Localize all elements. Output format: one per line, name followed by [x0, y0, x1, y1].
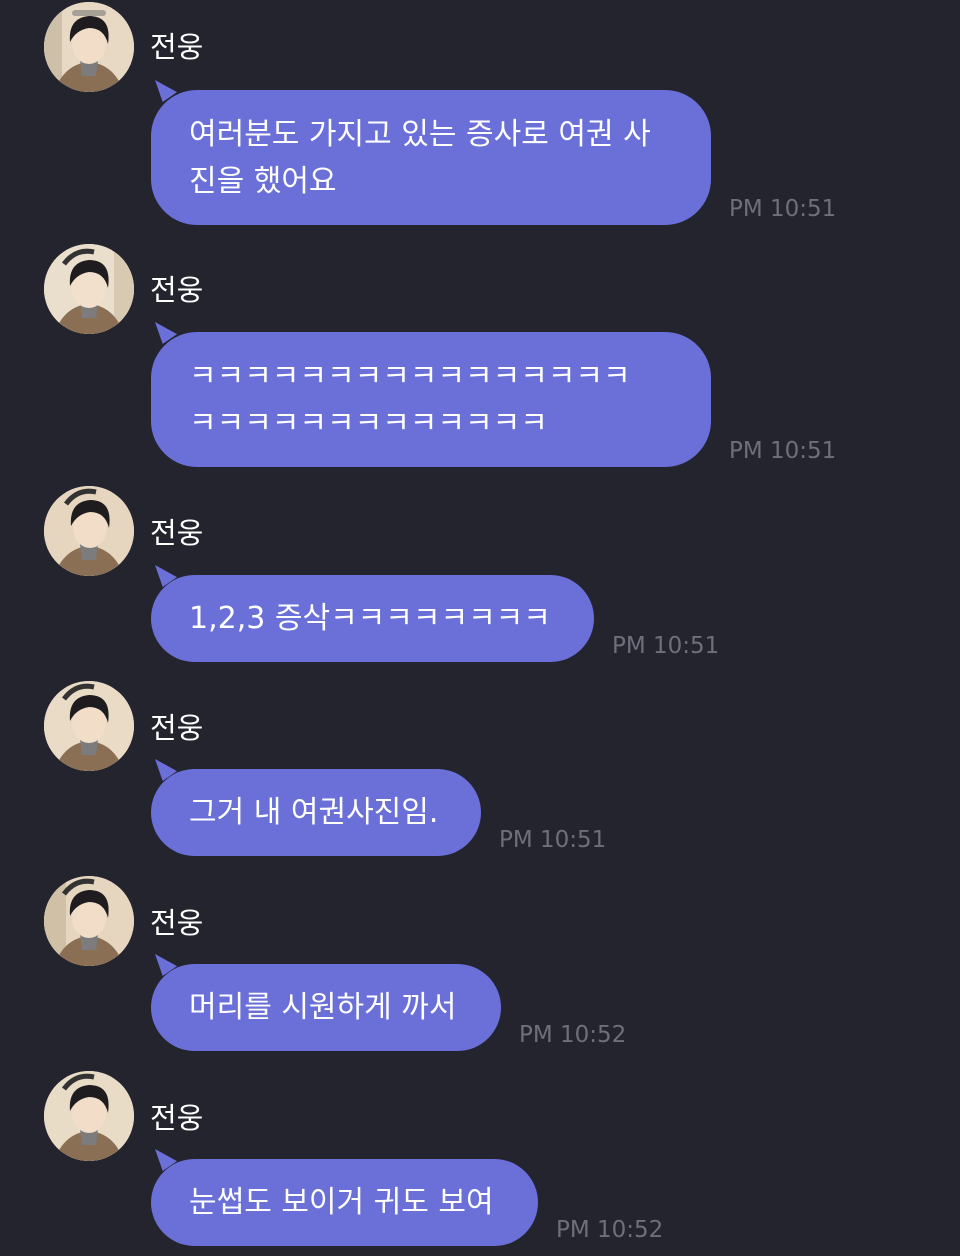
sender-name: 전웅	[150, 711, 204, 745]
avatar[interactable]	[44, 681, 134, 771]
message-bubble[interactable]: 그거 내 여권사진임.	[151, 769, 481, 856]
profile-photo-icon	[44, 486, 134, 576]
profile-photo-icon	[44, 2, 134, 92]
message-line: 눈썹도 보이거 귀도 보여	[189, 1185, 494, 1220]
message-line: 1,2,3 증삭ㅋㅋㅋㅋㅋㅋㅋㅋ	[189, 601, 551, 636]
message-bubble[interactable]: ㅋㅋㅋㅋㅋㅋㅋㅋㅋㅋㅋㅋㅋㅋㅋㅋ ㅋㅋㅋㅋㅋㅋㅋㅋㅋㅋㅋㅋㅋ	[151, 332, 711, 467]
profile-photo-icon	[44, 681, 134, 771]
message-line: ㅋㅋㅋㅋㅋㅋㅋㅋㅋㅋㅋㅋㅋ	[189, 405, 548, 441]
avatar[interactable]	[44, 1071, 134, 1161]
profile-photo-icon	[44, 244, 134, 334]
message-timestamp: PM 10:51	[499, 827, 607, 853]
message-line: 머리를 시원하게 까서	[189, 990, 457, 1025]
message-bubble[interactable]: 여러분도 가지고 있는 증사로 여권 사 진을 했어요	[151, 90, 711, 225]
message-timestamp: PM 10:52	[556, 1217, 664, 1243]
avatar[interactable]	[44, 2, 134, 92]
chat-log: 전웅 여러분도 가지고 있는 증사로 여권 사 진을 했어요 PM 10:51 …	[0, 0, 960, 1256]
message-timestamp: PM 10:52	[519, 1022, 627, 1048]
profile-photo-icon	[44, 1071, 134, 1161]
message-line: 여러분도 가지고 있는 증사로 여권 사	[189, 116, 651, 152]
avatar[interactable]	[44, 486, 134, 576]
sender-name: 전웅	[150, 906, 204, 940]
message-timestamp: PM 10:51	[612, 633, 720, 659]
message-line: 그거 내 여권사진임.	[189, 795, 439, 830]
message-bubble[interactable]: 눈썹도 보이거 귀도 보여	[151, 1159, 538, 1246]
message-timestamp: PM 10:51	[729, 438, 837, 464]
sender-name: 전웅	[150, 30, 204, 64]
message-line: 진을 했어요	[189, 163, 337, 199]
avatar[interactable]	[44, 244, 134, 334]
profile-photo-icon	[44, 876, 134, 966]
sender-name: 전웅	[150, 273, 204, 307]
sender-name: 전웅	[150, 1101, 204, 1135]
message-line: ㅋㅋㅋㅋㅋㅋㅋㅋㅋㅋㅋㅋㅋㅋㅋㅋ	[189, 358, 631, 394]
message-bubble[interactable]: 머리를 시원하게 까서	[151, 964, 501, 1051]
avatar[interactable]	[44, 876, 134, 966]
message-timestamp: PM 10:51	[729, 196, 837, 222]
sender-name: 전웅	[150, 516, 204, 550]
message-bubble[interactable]: 1,2,3 증삭ㅋㅋㅋㅋㅋㅋㅋㅋ	[151, 575, 594, 662]
